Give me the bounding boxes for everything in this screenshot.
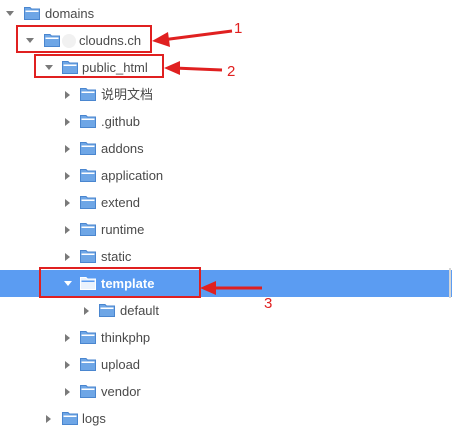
arrow-3 xyxy=(200,281,262,295)
annotation-number-1: 1 xyxy=(234,20,243,37)
annotation-number-3: 3 xyxy=(264,295,273,312)
arrow-2 xyxy=(164,61,223,75)
annotation-arrows xyxy=(152,29,262,295)
annotation-number-2: 2 xyxy=(227,63,236,80)
arrow-1 xyxy=(152,29,233,47)
